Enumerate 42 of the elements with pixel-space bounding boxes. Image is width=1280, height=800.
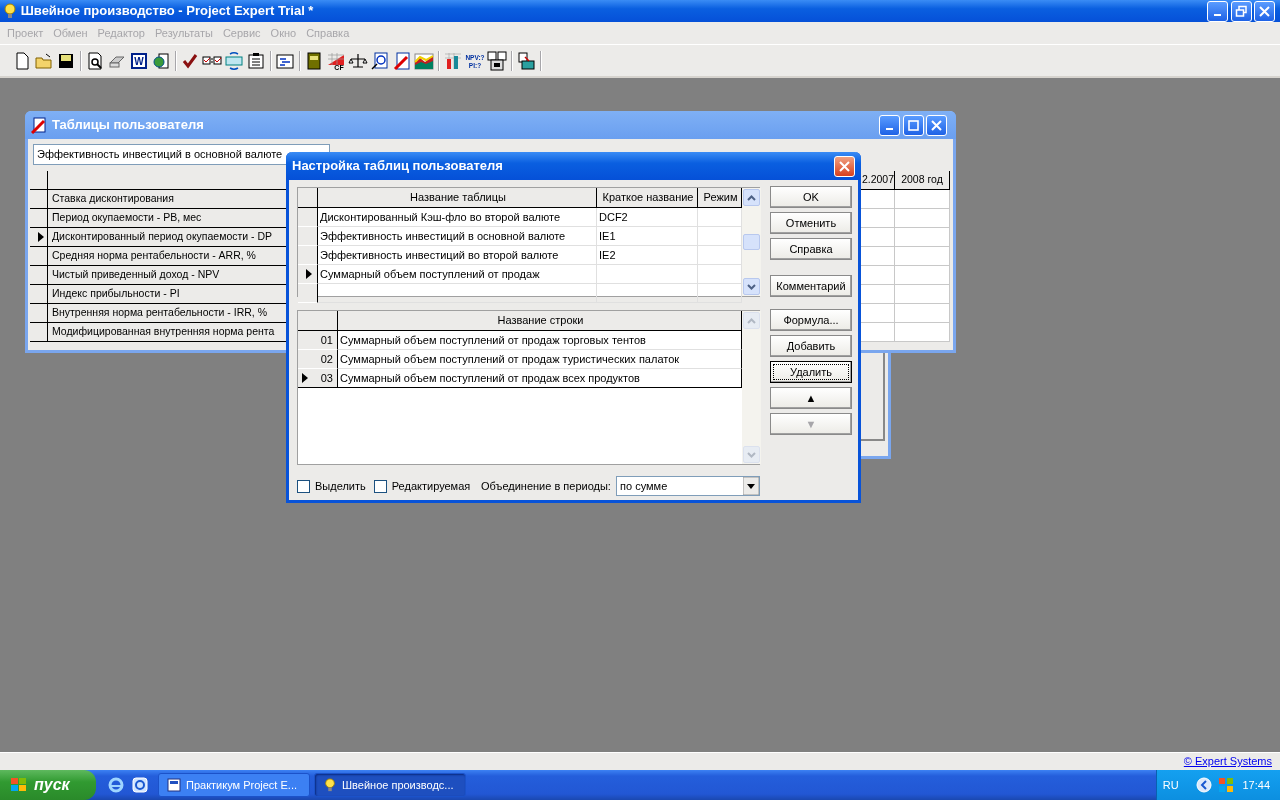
window-title: Швейное производство - Project Expert Trial * <box>20 2 314 21</box>
dialog-button[interactable]: Формула... <box>770 309 852 331</box>
merge-select[interactable]: по сумме <box>616 476 760 496</box>
table-cell: Дисконтированный Кэш-фло во второй валюте <box>318 208 597 227</box>
dialog-button[interactable]: Добавить <box>770 335 852 357</box>
row-label: Модифицированная внутренняя норма рента <box>48 323 287 342</box>
dialog-button[interactable]: ▲ <box>770 387 852 409</box>
column-header: Название строки <box>338 311 742 331</box>
dialog-button[interactable]: Комментарий <box>770 275 852 297</box>
row-number: 01 <box>320 332 333 348</box>
table-cell: Суммарный объем поступлений от продаж всех продуктов <box>338 369 742 388</box>
column-header: Краткое название <box>597 188 698 208</box>
table-cell: Суммарный объем поступлений от продаж туристических палаток <box>338 350 742 369</box>
table-cell: Эффективность инвестиций во второй валюте <box>318 246 597 265</box>
checkbox-label[interactable]: Редактируемая <box>391 477 471 495</box>
dialog-button[interactable]: OK <box>770 186 852 208</box>
merge-label: Объединение в периоды: <box>481 478 611 494</box>
checkbox-label[interactable]: Выделить <box>315 477 366 495</box>
column-header: 2008 год <box>895 171 950 190</box>
table-cell: Эффективность инвестиций в основной валюте <box>318 227 597 246</box>
dialog-button[interactable]: Удалить <box>770 361 852 383</box>
row-number: 03 <box>320 370 333 386</box>
row-label: Индекс прибыльности - PI <box>48 285 287 304</box>
dialog-button[interactable]: Отменить <box>770 212 852 234</box>
start-button[interactable]: пуск <box>0 770 96 800</box>
dialog-button[interactable]: Справка <box>770 238 852 260</box>
row-label: Внутренняя норма рентабельности - IRR, % <box>48 304 287 323</box>
column-header: Режим <box>698 188 742 208</box>
table-cell: IE2 <box>597 246 698 265</box>
table-cell: Суммарный объем поступлений от продаж <box>318 265 597 284</box>
table-cell: Суммарный объем поступлений от продаж торговых тентов <box>338 331 742 350</box>
column-header: Название таблицы <box>318 188 597 208</box>
clock: 17:44 <box>1242 777 1270 793</box>
table-cell: DCF2 <box>597 208 698 227</box>
row-label: Средняя норма рентабельности - ARR, % <box>48 247 287 266</box>
taskbar-button[interactable]: Швейное производс... <box>314 773 466 797</box>
taskbar-button[interactable]: Практикум Project E... <box>158 773 310 797</box>
document-icon[interactable]: W <box>129 50 149 71</box>
copyright-link[interactable]: © Expert Systems <box>1183 753 1272 770</box>
window-title: Таблицы пользователя <box>52 116 204 135</box>
table-cell: IE1 <box>597 227 698 246</box>
row-number: 02 <box>320 351 333 367</box>
